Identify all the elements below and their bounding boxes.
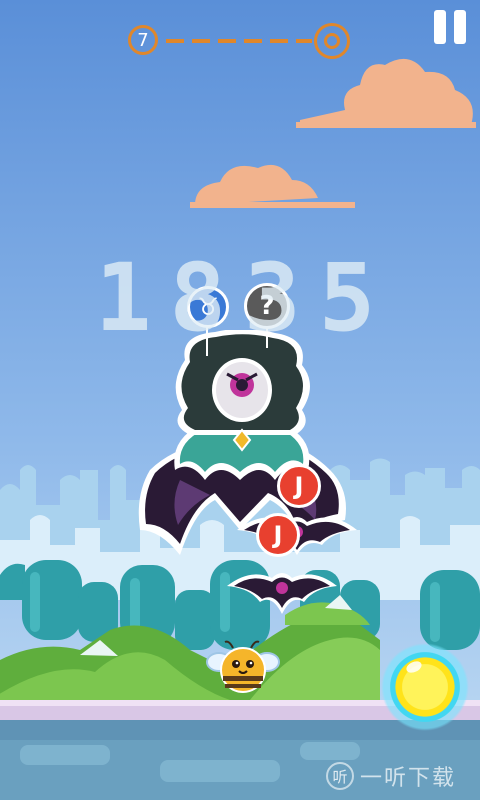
yellow-orb-power-button[interactable]: [378, 640, 472, 734]
bat-enemy[interactable]: [222, 558, 342, 618]
watermark-text: 一听下载: [360, 766, 457, 791]
j-symbol-badge: J: [256, 513, 300, 557]
pause-icon: [434, 10, 446, 44]
level-number-badge: 7: [128, 25, 158, 55]
pause-icon: [454, 10, 466, 44]
bee-player[interactable]: [205, 640, 281, 700]
game-scene[interactable]: ♉ ? J J 7 1835 听 一听下载: [0, 0, 480, 800]
target-ring-icon: [314, 23, 350, 59]
watermark-logo-icon: 听: [326, 762, 354, 790]
j-symbol-badge: J: [277, 464, 321, 508]
watermark: 听 一听下载: [326, 760, 456, 792]
level-progress-track: [166, 39, 312, 43]
pause-button[interactable]: [430, 8, 470, 46]
score-display: 1835: [94, 244, 394, 353]
